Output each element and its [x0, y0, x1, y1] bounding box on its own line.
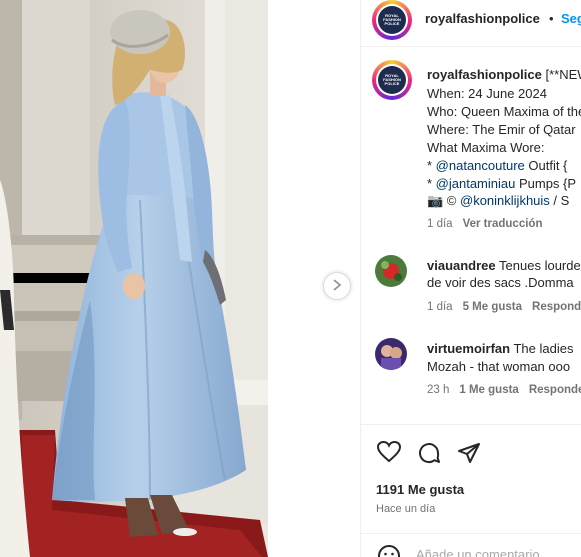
- commenter-avatar[interactable]: [375, 255, 407, 287]
- reply-button[interactable]: Responder: [529, 384, 581, 396]
- comment-text: viauandree Tenues lourde: [427, 258, 581, 273]
- mention-link[interactable]: @koninklijkhuis: [460, 193, 550, 208]
- comment-meta: 1 día 5 Me gusta Responder: [427, 301, 581, 313]
- credit-text: Pumps {P: [515, 176, 577, 191]
- heart-icon[interactable]: [376, 440, 402, 468]
- caption-photo-credit: 📷 © @koninklijkhuis / S: [427, 193, 569, 209]
- avatar-logo: ROYAL FASHION POLICE: [377, 5, 407, 35]
- avatar-logo: ROYAL FASHION POLICE: [377, 65, 407, 95]
- commenter-avatar[interactable]: [375, 338, 407, 370]
- comment-likes[interactable]: 1 Me gusta: [459, 384, 518, 396]
- chevron-right-icon: [332, 278, 342, 294]
- comment-username[interactable]: virtuemoirfan: [427, 341, 510, 356]
- caption-headline: [**NEW**]: [545, 67, 581, 82]
- caption-line: Who: Queen Maxima of the Netherlands: [427, 104, 581, 119]
- comment-time: 23 h: [427, 384, 450, 396]
- mention-link[interactable]: @natancouture: [436, 158, 525, 173]
- comment-username[interactable]: viauandree: [427, 258, 496, 273]
- comment-likes[interactable]: 5 Me gusta: [463, 301, 522, 313]
- comment-time: 1 día: [427, 301, 453, 313]
- comment-text: virtuemoirfan The ladies: [427, 341, 573, 356]
- post-side-panel: ROYAL FASHION POLICE royalfashionpolice …: [361, 0, 581, 557]
- caption-time: 1 día: [427, 218, 453, 230]
- share-icon[interactable]: [457, 441, 481, 470]
- post-header: ROYAL FASHION POLICE royalfashionpolice …: [361, 0, 581, 47]
- credit-text: Outfit {: [524, 158, 568, 173]
- comment-text-cont: de voir des sacs .Domma: [427, 275, 574, 290]
- caption-avatar[interactable]: ROYAL FASHION POLICE: [372, 60, 412, 100]
- caption-credit-pumps: * @jantaminiau Pumps {P: [427, 176, 576, 191]
- follow-button[interactable]: Seguir: [561, 11, 581, 26]
- translate-button[interactable]: Ver traducción: [463, 218, 543, 230]
- credit-text: / S: [549, 193, 570, 208]
- header-separator: •: [549, 11, 554, 26]
- add-comment-bar: Añade un comentario...: [361, 533, 581, 557]
- next-photo-button[interactable]: [323, 272, 351, 300]
- author-avatar[interactable]: ROYAL FASHION POLICE: [372, 0, 412, 40]
- comment-text-cont: Mozah - that woman ooo: [427, 359, 571, 374]
- post-actions: 1191 Me gusta Hace un día Añade un comen…: [361, 424, 581, 557]
- post-photo[interactable]: [0, 0, 268, 557]
- emoji-icon[interactable]: [377, 544, 401, 557]
- caption-meta: 1 día Ver traducción: [427, 218, 542, 230]
- mention-link[interactable]: @jantaminiau: [436, 176, 516, 191]
- caption-first-line: royalfashionpolice [**NEW**]: [427, 67, 581, 82]
- author-username[interactable]: royalfashionpolice: [425, 11, 540, 26]
- bullet: *: [427, 158, 436, 173]
- reply-button[interactable]: Responder: [532, 301, 581, 313]
- caption-line: What Maxima Wore:: [427, 140, 545, 155]
- caption-credit-outfit: * @natancouture Outfit {: [427, 158, 567, 173]
- bullet: *: [427, 176, 436, 191]
- caption-line: When: 24 June 2024: [427, 86, 547, 101]
- comment-body: The ladies: [513, 341, 574, 356]
- comment-body: Tenues lourde: [499, 258, 581, 273]
- caption-username[interactable]: royalfashionpolice: [427, 67, 542, 82]
- comment-icon[interactable]: [417, 441, 441, 470]
- caption-line: Where: The Emir of Qatar: [427, 122, 576, 137]
- likes-count[interactable]: 1191 Me gusta: [376, 482, 464, 497]
- add-comment-input[interactable]: Añade un comentario...: [416, 547, 550, 557]
- comment-meta: 23 h 1 Me gusta Responder: [427, 384, 581, 396]
- camera-icon: 📷 ©: [427, 193, 460, 208]
- post-date: Hace un día: [376, 503, 436, 515]
